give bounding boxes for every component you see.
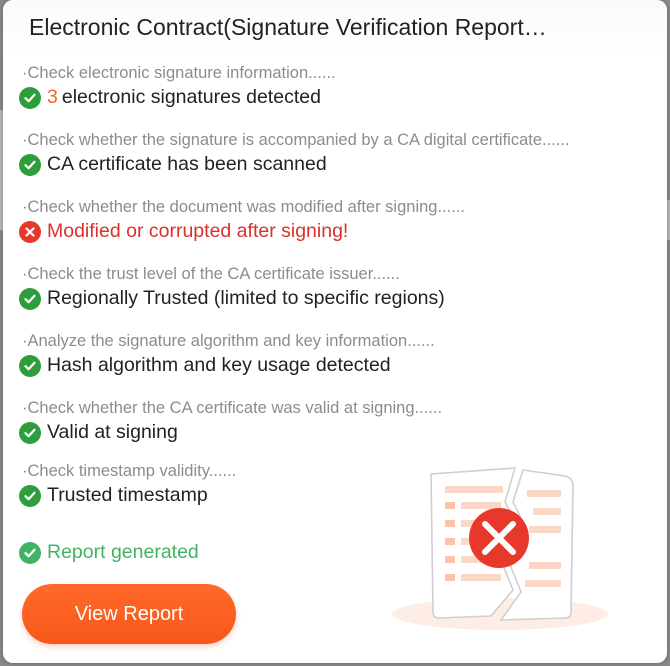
- check-step-trust-level: ·Check the trust level of the CA certifi…: [19, 265, 445, 310]
- step-result: Regionally Trusted (limited to specific …: [19, 287, 445, 310]
- step-result-text: Modified or corrupted after signing!: [47, 220, 349, 242]
- check-circle-icon: [19, 86, 41, 109]
- report-generated-status: Report generated: [19, 538, 199, 564]
- step-description: ·Check the trust level of the CA certifi…: [22, 265, 400, 283]
- check-step-document-modified: ·Check whether the document was modified…: [19, 198, 465, 243]
- step-result-text: Hash algorithm and key usage detected: [47, 354, 391, 376]
- step-result: 3 electronic signatures detected: [19, 86, 336, 109]
- step-description: ·Analyze the signature algorithm and key…: [22, 332, 435, 350]
- step-result-text: electronic signatures detected: [61, 86, 321, 108]
- step-description: ·Check whether the signature is accompan…: [22, 131, 570, 149]
- step-result-text: CA certificate has been scanned: [47, 153, 327, 175]
- step-result-text: Valid at signing: [47, 421, 178, 443]
- step-result-text: Trusted timestamp: [47, 484, 208, 506]
- signature-count: 3: [47, 86, 58, 108]
- step-result: Trusted timestamp: [19, 484, 236, 507]
- view-report-button[interactable]: View Report: [22, 584, 236, 644]
- step-description: ·Check whether the document was modified…: [22, 198, 465, 216]
- check-circle-icon: [19, 287, 41, 310]
- check-step-algorithm: ·Analyze the signature algorithm and key…: [19, 332, 435, 377]
- step-description: ·Check timestamp validity......: [22, 462, 237, 480]
- torn-document-error-illustration: [392, 467, 608, 630]
- check-circle-icon: [19, 541, 41, 564]
- step-description: ·Check whether the CA certificate was va…: [22, 399, 443, 417]
- check-step-timestamp: ·Check timestamp validity...... Trusted …: [19, 462, 236, 507]
- step-result: Valid at signing: [19, 421, 442, 444]
- check-step-ca-certificate: ·Check whether the signature is accompan…: [19, 131, 570, 176]
- check-circle-icon: [19, 153, 41, 176]
- check-circle-icon: [19, 354, 41, 377]
- step-result: Hash algorithm and key usage detected: [19, 354, 435, 377]
- step-result: Report generated: [19, 541, 199, 564]
- check-step-certificate-validity: ·Check whether the CA certificate was va…: [19, 399, 442, 444]
- step-description: ·Check electronic signature information.…: [22, 64, 336, 82]
- check-step-signature-info: ·Check electronic signature information.…: [19, 64, 336, 109]
- report-status-text: Report generated: [47, 541, 199, 563]
- step-result: CA certificate has been scanned: [19, 153, 570, 176]
- check-circle-icon: [19, 421, 41, 444]
- check-circle-icon: [19, 484, 41, 507]
- step-result: Modified or corrupted after signing!: [19, 220, 465, 243]
- x-circle-icon: [19, 220, 41, 243]
- dialog-title: Electronic Contract(Signature Verificati…: [29, 14, 547, 40]
- verification-report-dialog: Electronic Contract(Signature Verificati…: [3, 0, 667, 663]
- step-result-text: Regionally Trusted (limited to specific …: [47, 287, 445, 309]
